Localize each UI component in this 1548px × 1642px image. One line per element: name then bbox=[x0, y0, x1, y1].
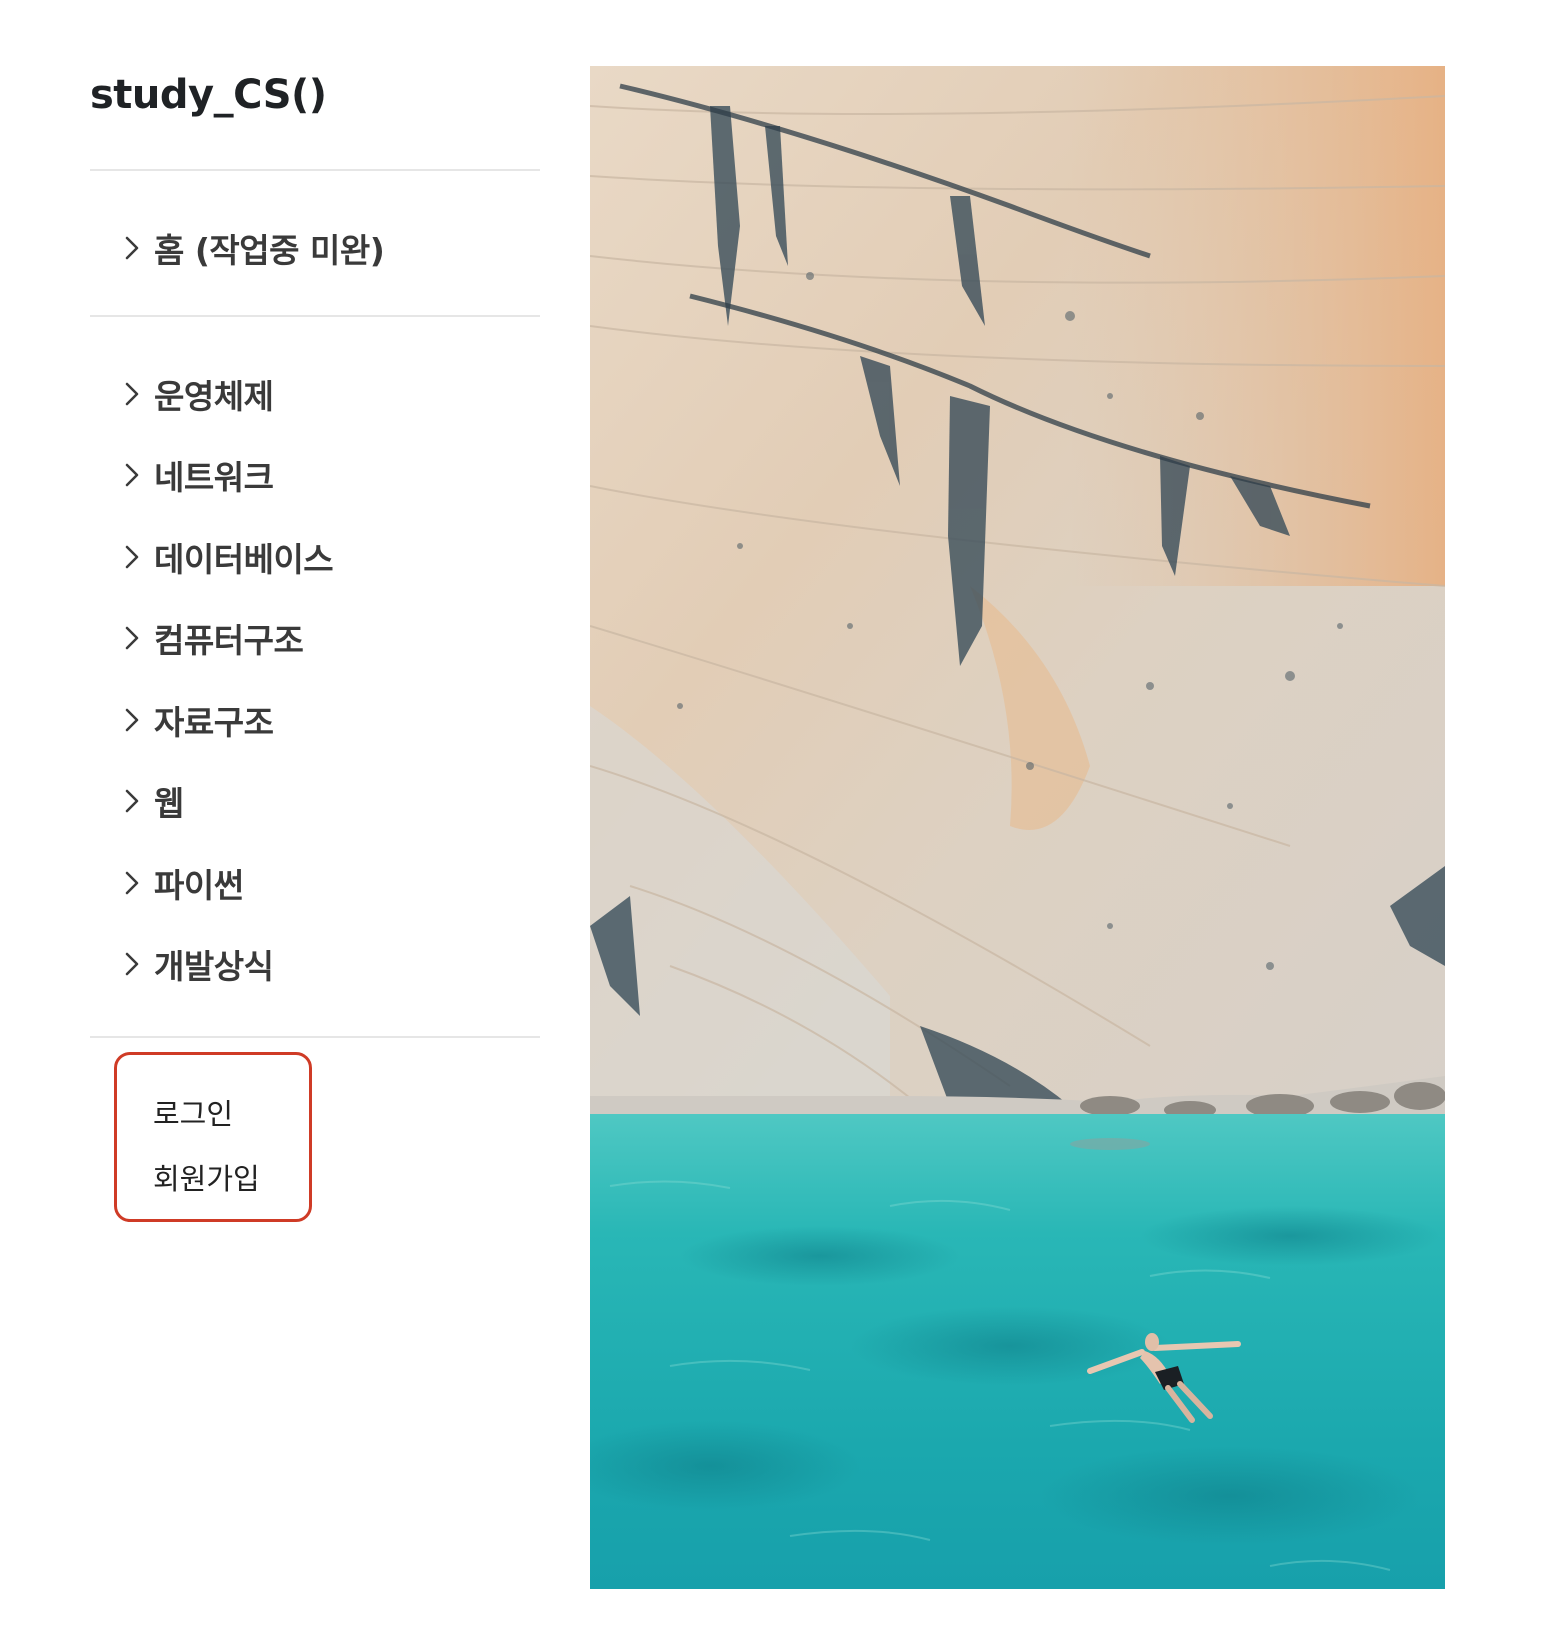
chevron-right-icon bbox=[122, 787, 142, 815]
divider bbox=[90, 1036, 540, 1038]
nav-item-database[interactable]: 데이터베이스 bbox=[122, 533, 334, 581]
nav-item-label: 데이터베이스 bbox=[154, 540, 334, 579]
nav-item-label: 개발상식 bbox=[154, 947, 274, 986]
nav-item-label: 컴퓨터구조 bbox=[154, 621, 304, 660]
divider bbox=[90, 315, 540, 317]
nav-item-label: 홈 (작업중 미완) bbox=[154, 231, 385, 270]
nav-item-label: 웹 bbox=[154, 784, 184, 823]
nav-item-web[interactable]: 웹 bbox=[122, 777, 184, 825]
nav-item-os[interactable]: 운영체제 bbox=[122, 370, 274, 418]
chevron-right-icon bbox=[122, 461, 142, 489]
hero-image bbox=[590, 66, 1445, 1589]
chevron-right-icon bbox=[122, 624, 142, 652]
signup-link[interactable]: 회원가입 bbox=[153, 1156, 260, 1198]
login-link[interactable]: 로그인 bbox=[153, 1091, 233, 1133]
nav-item-data-structures[interactable]: 자료구조 bbox=[122, 696, 274, 744]
nav-item-label: 파이썬 bbox=[154, 866, 244, 905]
site-title[interactable]: study_CS() bbox=[90, 72, 327, 118]
nav-item-label: 운영체제 bbox=[154, 377, 274, 416]
nav-item-dev-knowledge[interactable]: 개발상식 bbox=[122, 940, 274, 988]
chevron-right-icon bbox=[122, 543, 142, 571]
chevron-right-icon bbox=[122, 706, 142, 734]
nav-item-computer-architecture[interactable]: 컴퓨터구조 bbox=[122, 614, 304, 662]
chevron-right-icon bbox=[122, 234, 142, 262]
chevron-right-icon bbox=[122, 869, 142, 897]
divider bbox=[90, 169, 540, 171]
nav-item-network[interactable]: 네트워크 bbox=[122, 451, 274, 499]
nav-item-python[interactable]: 파이썬 bbox=[122, 859, 244, 907]
chevron-right-icon bbox=[122, 380, 142, 408]
nav-item-home[interactable]: 홈 (작업중 미완) bbox=[122, 224, 385, 272]
chevron-right-icon bbox=[122, 950, 142, 978]
auth-links-highlight: 로그인 회원가입 bbox=[114, 1052, 312, 1222]
nav-item-label: 자료구조 bbox=[154, 703, 274, 742]
nav-item-label: 네트워크 bbox=[154, 458, 274, 497]
